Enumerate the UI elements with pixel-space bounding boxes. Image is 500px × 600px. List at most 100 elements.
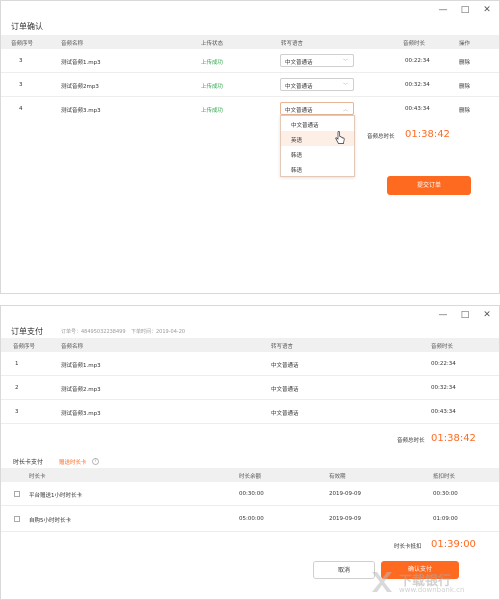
maximize-icon[interactable]: □ <box>459 309 471 321</box>
card-balance: 05:00:00 <box>239 516 264 522</box>
close-icon[interactable]: ✕ <box>481 309 493 321</box>
table-row: 3 测试音频2mp3 上传成功 中文普通话 ﹀ 00:32:34 删除 <box>1 73 499 97</box>
row-duration: 00:43:34 <box>431 409 456 415</box>
col-index: 音频序号 <box>11 41 34 47</box>
card-balance: 00:30:00 <box>239 491 264 497</box>
table-header: 音频序号 音频名称 上传状态 转写语言 音频时长 操作 <box>1 35 499 49</box>
total-duration-label: 音频总时长 <box>397 438 425 444</box>
col-name: 音频名称 <box>61 41 84 47</box>
dropdown-option[interactable]: 韩语 <box>281 161 354 176</box>
page-title: 订单确认 <box>11 22 43 31</box>
delete-link[interactable]: 删除 <box>459 106 470 114</box>
row-name: 测试音频2mp3 <box>61 84 99 90</box>
table-row: 2 测试音频2.mp3 中文普通话 00:32:34 <box>1 376 499 400</box>
watermark-logo-icon <box>372 572 392 592</box>
submit-order-button[interactable]: 提交订单 <box>387 176 471 195</box>
row-index: 3 <box>19 82 23 88</box>
total-duration-label: 音频总时长 <box>367 134 395 140</box>
order-confirm-window: — □ ✕ 订单确认 音频序号 音频名称 上传状态 转写语言 音频时长 操作 3… <box>0 0 500 294</box>
help-icon[interactable]: ? <box>92 458 99 465</box>
col-deduct: 抵扣时长 <box>433 474 456 480</box>
order-time: 下单时间：2019-04-20 <box>131 329 186 335</box>
card-checkbox[interactable] <box>14 491 20 497</box>
row-name: 测试音频1.mp3 <box>61 363 101 369</box>
row-duration: 00:43:34 <box>405 106 430 112</box>
col-expiry: 有效期 <box>329 474 346 480</box>
order-pay-window: — □ ✕ 订单支付 订单号：48495032238499 下单时间：2019-… <box>0 305 500 600</box>
row-index: 3 <box>15 409 19 415</box>
col-status: 上传状态 <box>201 41 224 47</box>
row-name: 测试音频2.mp3 <box>61 387 101 393</box>
row-name: 测试音频3.mp3 <box>61 411 101 417</box>
minimize-icon[interactable]: — <box>437 4 449 16</box>
dropdown-option[interactable]: 韩语 <box>281 146 354 161</box>
row-status: 上传成功 <box>201 84 224 90</box>
row-language: 中文普通话 <box>271 387 299 393</box>
row-duration: 00:32:34 <box>405 82 430 88</box>
delete-link[interactable]: 删除 <box>459 58 470 66</box>
row-index: 3 <box>19 58 23 64</box>
row-language: 中文普通话 <box>271 363 299 369</box>
card-name: 平台赠送1小时时长卡 <box>29 493 82 499</box>
card-name: 自购5小时时长卡 <box>29 518 71 524</box>
gap <box>0 294 500 305</box>
dropdown-option[interactable]: 中文普通话 <box>281 116 354 131</box>
card-deduct: 01:09:00 <box>433 516 458 522</box>
window-controls: — □ ✕ <box>437 309 493 321</box>
row-status: 上传成功 <box>201 108 224 114</box>
language-select[interactable]: 中文普通话 ﹀ <box>280 78 354 91</box>
col-card: 时长卡 <box>29 474 46 480</box>
watermark: 下载银行 www.downbank.cn <box>355 567 495 597</box>
row-name: 测试音频3.mp3 <box>61 108 101 114</box>
card-row: 自购5小时时长卡 05:00:00 2019-09-09 01:09:00 <box>1 506 499 532</box>
col-duration: 音频时长 <box>431 344 454 350</box>
card-deduct-label: 时长卡抵扣 <box>394 544 422 550</box>
card-section-label: 时长卡支付 <box>13 459 44 466</box>
col-action: 操作 <box>459 41 471 47</box>
row-duration: 00:22:34 <box>431 361 456 367</box>
table-header: 音频序号 音频名称 转写语言 音频时长 <box>1 338 499 352</box>
col-balance: 时长余额 <box>239 474 262 480</box>
card-deduct: 00:30:00 <box>433 491 458 497</box>
chevron-down-icon: ﹀ <box>342 83 348 89</box>
row-index: 4 <box>19 106 23 112</box>
gift-card-link[interactable]: 赠送时长卡 <box>59 458 87 466</box>
row-duration: 00:22:34 <box>405 58 430 64</box>
table-row: 3 测试音频3.mp3 中文普通话 00:43:34 <box>1 400 499 424</box>
chevron-down-icon: ﹀ <box>342 59 348 65</box>
card-checkbox[interactable] <box>14 516 20 522</box>
total-duration-value: 01:38:42 <box>405 129 450 140</box>
col-index: 音频序号 <box>13 344 36 350</box>
row-index: 1 <box>15 361 19 367</box>
card-expiry: 2019-09-09 <box>329 516 361 522</box>
col-duration: 音频时长 <box>403 41 426 47</box>
delete-link[interactable]: 删除 <box>459 82 470 90</box>
total-duration-value: 01:38:42 <box>431 433 476 444</box>
row-language: 中文普通话 <box>271 411 299 417</box>
maximize-icon[interactable]: □ <box>459 4 471 16</box>
row-name: 测试音频1.mp3 <box>61 60 101 66</box>
close-icon[interactable]: ✕ <box>481 4 493 16</box>
card-table-header: 时长卡 时长余额 有效期 抵扣时长 <box>1 468 499 482</box>
row-status: 上传成功 <box>201 60 224 66</box>
language-dropdown: 中文普通话 英语 韩语 韩语 <box>280 115 355 177</box>
language-select[interactable]: 中文普通话 ﹀ <box>280 54 354 67</box>
hand-cursor-icon <box>335 131 345 144</box>
table-row: 4 测试音频3.mp3 上传成功 中文普通话 ︿ 00:43:34 删除 <box>1 97 499 121</box>
col-name: 音频名称 <box>61 344 84 350</box>
card-expiry: 2019-09-09 <box>329 491 361 497</box>
row-duration: 00:32:34 <box>431 385 456 391</box>
table-row: 1 测试音频1.mp3 中文普通话 00:22:34 <box>1 352 499 376</box>
window-controls: — □ ✕ <box>437 4 493 16</box>
row-index: 2 <box>15 385 19 391</box>
order-number: 订单号：48495032238499 <box>61 329 126 335</box>
minimize-icon[interactable]: — <box>437 309 449 321</box>
language-select-open[interactable]: 中文普通话 ︿ <box>280 102 354 115</box>
watermark-en: www.downbank.cn <box>399 586 465 594</box>
col-language: 转写语言 <box>281 41 304 47</box>
col-language: 转写语言 <box>271 344 294 350</box>
table-row: 3 测试音频1.mp3 上传成功 中文普通话 ﹀ 00:22:34 删除 <box>1 49 499 73</box>
card-deduct-value: 01:39:00 <box>431 539 476 550</box>
page-title: 订单支付 <box>11 327 43 336</box>
card-row: 平台赠送1小时时长卡 00:30:00 2019-09-09 00:30:00 <box>1 482 499 506</box>
